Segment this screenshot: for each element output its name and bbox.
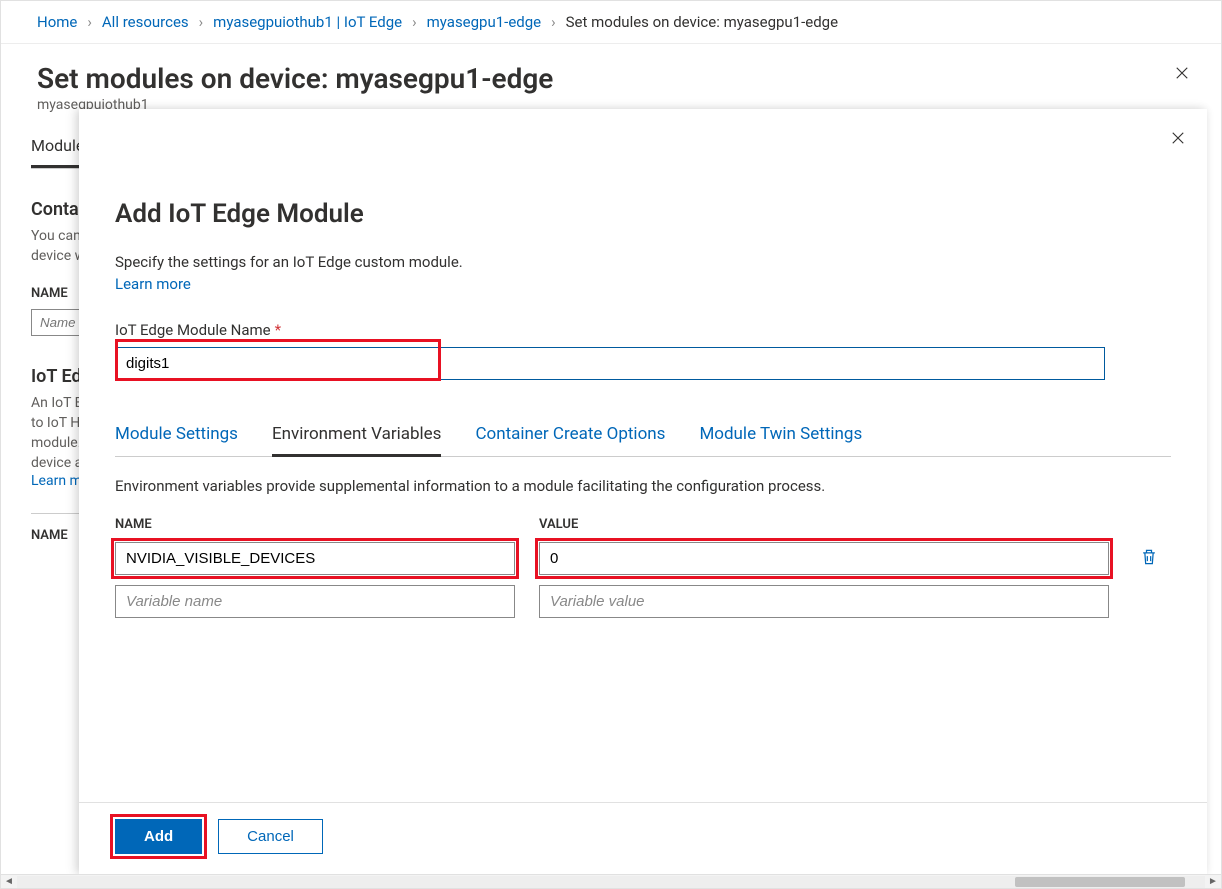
- delete-row-icon[interactable]: [1139, 546, 1159, 572]
- env-name-input[interactable]: [115, 542, 515, 575]
- module-name-input[interactable]: [115, 347, 1105, 380]
- breadcrumb-home[interactable]: Home: [37, 13, 77, 31]
- blade-footer: Add Cancel: [79, 802, 1207, 874]
- close-page-icon[interactable]: [1173, 64, 1191, 86]
- tab-environment-variables[interactable]: Environment Variables: [272, 414, 442, 457]
- page-title: Set modules on device: myasegpu1-edge: [37, 62, 1185, 95]
- scroll-thumb[interactable]: [1015, 877, 1185, 887]
- scroll-right-icon[interactable]: ►: [1205, 876, 1221, 887]
- env-var-row-empty: [115, 585, 1171, 618]
- breadcrumb-current: Set modules on device: myasegpu1-edge: [566, 13, 838, 31]
- breadcrumb-device[interactable]: myasegpu1-edge: [427, 13, 541, 31]
- module-name-label: IoT Edge Module Name*: [115, 321, 1171, 339]
- cancel-button[interactable]: Cancel: [218, 819, 323, 854]
- env-value-input[interactable]: [539, 585, 1109, 618]
- blade-tabs: Module Settings Environment Variables Co…: [115, 414, 1171, 457]
- chevron-right-icon: ›: [551, 13, 556, 31]
- env-var-row: [115, 542, 1171, 575]
- blade-description: Specify the settings for an IoT Edge cus…: [115, 253, 1171, 271]
- column-name-header: NAME: [115, 517, 539, 532]
- add-module-blade: Add IoT Edge Module Specify the settings…: [79, 109, 1207, 874]
- env-name-input[interactable]: [115, 585, 515, 618]
- chevron-right-icon: ›: [87, 13, 92, 31]
- breadcrumb-all-resources[interactable]: All resources: [102, 13, 189, 31]
- env-value-input[interactable]: [539, 542, 1109, 575]
- blade-title: Add IoT Edge Module: [115, 199, 1171, 229]
- column-value-header: VALUE: [539, 517, 1099, 532]
- learn-more-link[interactable]: Learn more: [115, 275, 191, 293]
- scroll-left-icon[interactable]: ◄: [1, 876, 17, 887]
- env-table-header: NAME VALUE: [115, 517, 1171, 532]
- add-button[interactable]: Add: [115, 819, 202, 854]
- tab-module-settings[interactable]: Module Settings: [115, 414, 238, 457]
- tab-container-create-options[interactable]: Container Create Options: [475, 414, 665, 457]
- breadcrumb: Home › All resources › myasegpuiothub1 |…: [1, 1, 1221, 44]
- env-description: Environment variables provide supplement…: [115, 477, 1171, 495]
- chevron-right-icon: ›: [412, 13, 417, 31]
- close-blade-icon[interactable]: [1169, 129, 1187, 151]
- horizontal-scrollbar[interactable]: ◄ ►: [1, 874, 1221, 888]
- tab-module-twin-settings[interactable]: Module Twin Settings: [699, 414, 862, 457]
- breadcrumb-hub[interactable]: myasegpuiothub1 | IoT Edge: [213, 13, 402, 31]
- chevron-right-icon: ›: [199, 13, 204, 31]
